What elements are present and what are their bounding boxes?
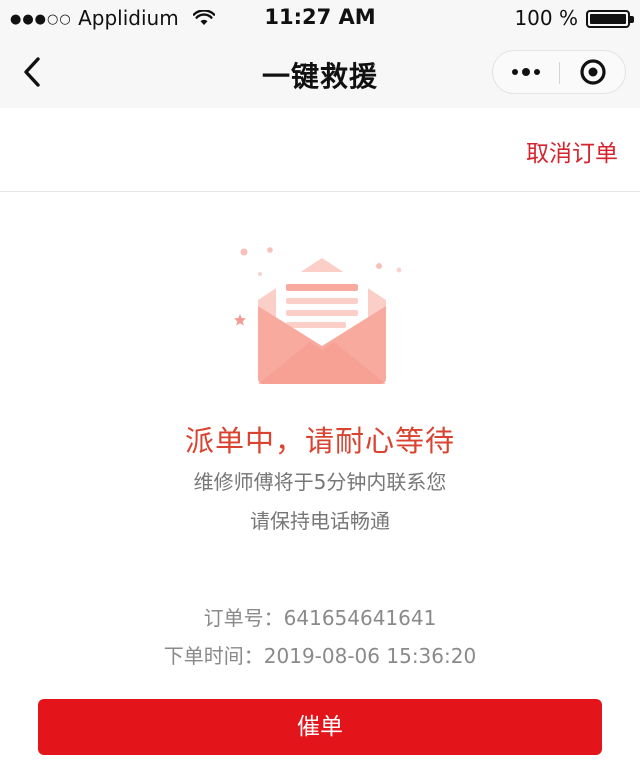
phone-notice: 请保持电话畅通 — [250, 509, 390, 533]
target-circle-icon — [580, 59, 606, 85]
battery-icon — [586, 10, 634, 28]
order-action-bar: 取消订单 — [0, 108, 640, 192]
mini-program-capsule — [492, 50, 626, 94]
order-number: 订单号：641654641641 — [203, 606, 437, 630]
contact-notice: 维修师傅将于5分钟内联系您 — [193, 470, 447, 494]
envelope-illustration — [234, 247, 402, 384]
close-mini-program-button[interactable] — [560, 51, 626, 93]
urge-order-button[interactable]: 催单 — [38, 699, 602, 755]
more-dots-icon — [512, 68, 540, 76]
battery-percentage: 100 % — [514, 6, 578, 30]
navigation-bar: 一键救援 — [0, 36, 640, 108]
order-time: 下单时间：2019-08-06 15:36:20 — [163, 644, 477, 668]
cancel-order-button[interactable]: 取消订单 — [526, 134, 618, 168]
status-bar: ●●●○○ Applidium 11:27 AM 100 % — [0, 0, 640, 36]
dispatch-status-title: 派单中，请耐心等待 — [184, 424, 455, 458]
more-button[interactable] — [493, 51, 559, 93]
